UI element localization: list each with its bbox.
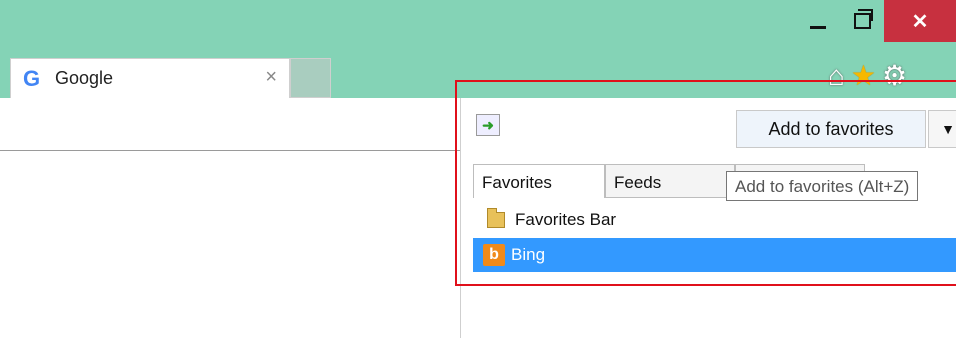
list-item-bing[interactable]: b Bing bbox=[473, 238, 956, 272]
add-to-favorites-button[interactable]: Add to favorites bbox=[736, 110, 926, 148]
folder-icon bbox=[487, 208, 505, 228]
add-favorites-tooltip: Add to favorites (Alt+Z) bbox=[726, 171, 919, 201]
home-icon[interactable]: ⌂ bbox=[828, 62, 845, 90]
gear-icon[interactable]: ⚙ bbox=[882, 62, 907, 90]
tab-feeds[interactable]: Feeds bbox=[605, 164, 735, 198]
tab-google[interactable]: G Google × bbox=[10, 58, 290, 98]
tab-favorites[interactable]: Favorites bbox=[473, 164, 605, 198]
minimize-icon bbox=[810, 25, 826, 29]
favorites-star-icon[interactable]: ★ bbox=[851, 62, 876, 90]
maximize-icon bbox=[853, 9, 873, 29]
pin-back-arrow-icon[interactable]: ➜ bbox=[476, 114, 500, 136]
list-item-label: Bing bbox=[511, 245, 546, 264]
new-tab-button[interactable] bbox=[290, 58, 331, 98]
add-favorites-dropdown-button[interactable]: ▼ bbox=[928, 110, 956, 148]
list-item-favorites-bar[interactable]: Favorites Bar bbox=[473, 203, 956, 237]
close-window-button[interactable]: ✕ bbox=[884, 0, 956, 42]
title-bar: ✕ G Google × ⌂ ★ ⚙ bbox=[0, 0, 956, 98]
google-logo-icon: G bbox=[23, 65, 41, 91]
toolbar-icons: ⌂ ★ ⚙ bbox=[828, 58, 907, 94]
maximize-button[interactable] bbox=[840, 0, 884, 42]
tab-close-icon[interactable]: × bbox=[265, 66, 277, 89]
tab-title: Google bbox=[55, 68, 114, 88]
list-item-label: Favorites Bar bbox=[515, 210, 617, 229]
minimize-button[interactable] bbox=[796, 0, 840, 42]
bing-icon: b bbox=[483, 244, 505, 266]
